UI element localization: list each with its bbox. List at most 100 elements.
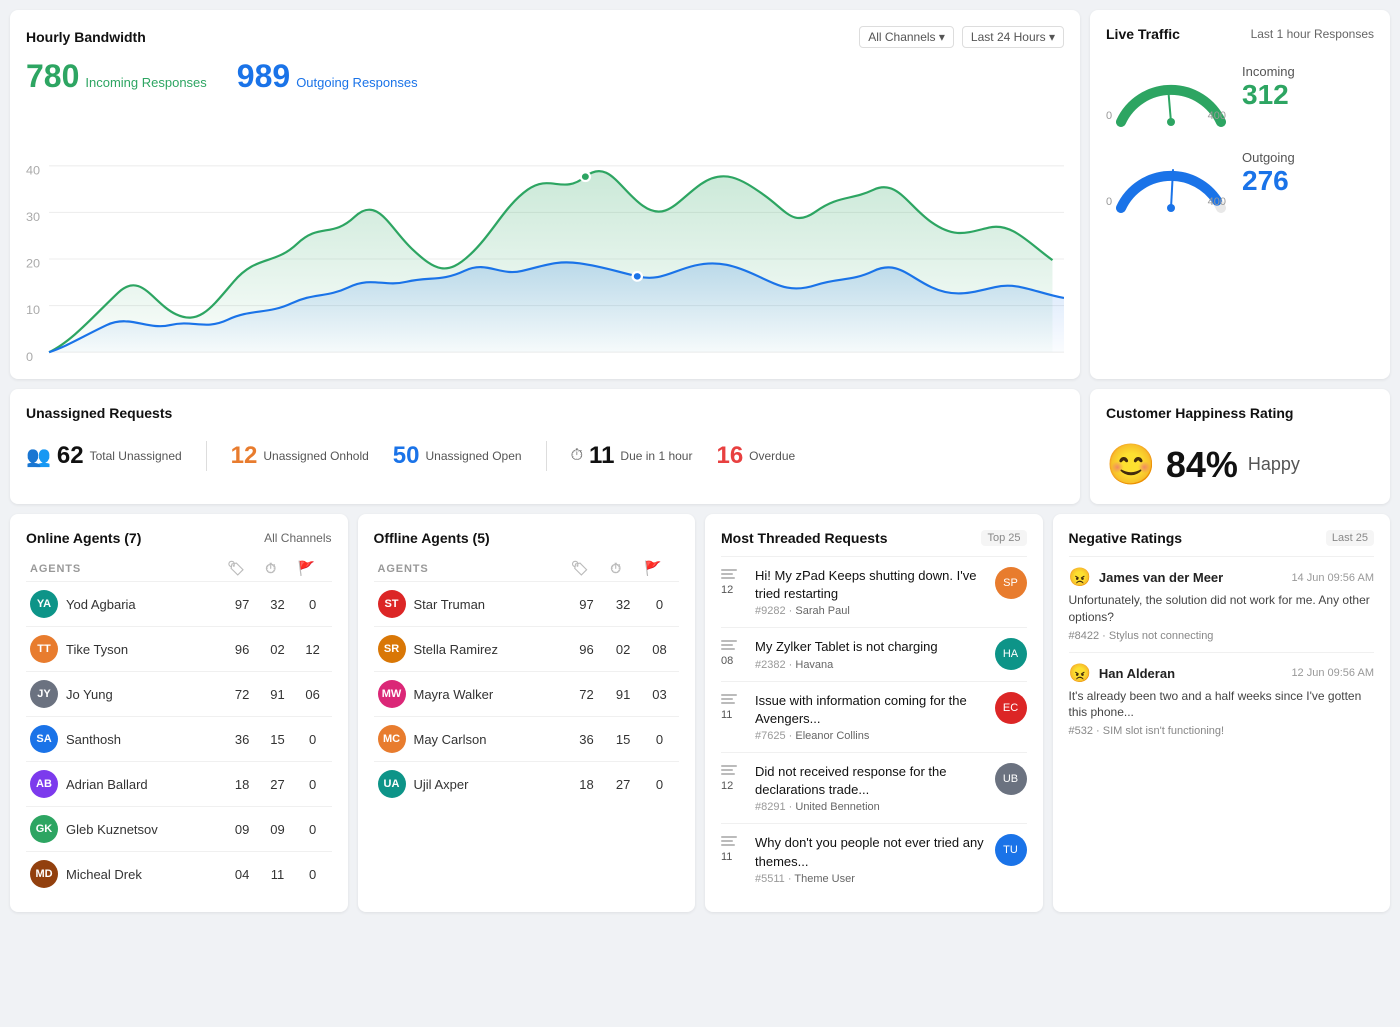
agent-tickets: 36 xyxy=(223,717,261,762)
avatar: SR xyxy=(378,635,406,663)
agent-tickets: 97 xyxy=(223,582,261,627)
gauge-min-label: 0 xyxy=(1106,110,1112,122)
avatar: GK xyxy=(30,815,58,843)
open-count: 50 xyxy=(393,442,420,470)
due-label: Due in 1 hour xyxy=(620,449,692,463)
thread-title: My Zylker Tablet is not charging xyxy=(755,638,985,656)
agent-name: Mayra Walker xyxy=(414,687,494,702)
online-agent-row: MD Micheal Drek 04 11 0 xyxy=(26,852,332,897)
agent-name-cell: MW Mayra Walker xyxy=(374,672,567,717)
thread-title: Did not received response for the declar… xyxy=(755,763,985,799)
agent-tickets: 96 xyxy=(567,627,607,672)
svg-text:40: 40 xyxy=(26,164,40,178)
outgoing-gauge-svg: 0 400 xyxy=(1106,138,1226,208)
agent-tickets: 97 xyxy=(567,582,607,627)
onhold-label: Unassigned Onhold xyxy=(263,449,368,463)
rating-name: Han Alderan xyxy=(1099,666,1175,681)
avatar: TT xyxy=(30,635,58,663)
thread-icon: 12 xyxy=(721,765,745,792)
thread-icon: 11 xyxy=(721,836,745,863)
agent-clock: 27 xyxy=(261,762,294,807)
rating-date: 12 Jun 09:56 AM xyxy=(1291,667,1374,679)
agent-name-cell: GK Gleb Kuznetsov xyxy=(26,807,223,852)
agent-flag: 0 xyxy=(294,717,332,762)
offline-agents-title: Offline Agents (5) xyxy=(374,530,490,546)
rating-tag: #8422 · Stylus not connecting xyxy=(1069,630,1375,642)
threaded-list: 12 Hi! My zPad Keeps shutting down. I've… xyxy=(721,556,1027,895)
sad-emoji: 😠 xyxy=(1069,567,1091,588)
threaded-item: 11 Why don't you people not ever tried a… xyxy=(721,823,1027,894)
agent-flag: 0 xyxy=(294,762,332,807)
rating-name: James van der Meer xyxy=(1099,570,1223,585)
thread-avatar: EC xyxy=(995,692,1027,724)
agent-clock: 15 xyxy=(261,717,294,762)
thread-agent: United Bennetion xyxy=(795,801,879,813)
online-agents-title: Online Agents (7) xyxy=(26,530,141,546)
hourly-bandwidth-title: Hourly Bandwidth xyxy=(26,29,146,45)
thread-title: Hi! My zPad Keeps shutting down. I've tr… xyxy=(755,567,985,603)
bottom-row: Online Agents (7) All Channels AGENTS 🏷 … xyxy=(10,514,1390,912)
thread-meta: #9282 · Sarah Paul xyxy=(755,605,985,617)
rating-header: 😠 James van der Meer 14 Jun 09:56 AM xyxy=(1069,567,1375,588)
agent-flag: 0 xyxy=(294,807,332,852)
agent-clock: 91 xyxy=(606,672,640,717)
onhold-unassigned: 12 Unassigned Onhold xyxy=(231,442,369,470)
thread-count: 11 xyxy=(721,709,745,721)
happiness-label: Happy xyxy=(1248,454,1300,475)
thread-avatar: UB xyxy=(995,763,1027,795)
rating-item: 😠 Han Alderan 12 Jun 09:56 AM It's alrea… xyxy=(1069,652,1375,748)
most-threaded-card: Most Threaded Requests Top 25 12 Hi! My … xyxy=(705,514,1043,912)
channels-filter-button[interactable]: All Channels ▾ xyxy=(859,26,954,48)
avatar: UA xyxy=(378,770,406,798)
overdue-count: 16 xyxy=(716,442,743,470)
agent-clock: 27 xyxy=(606,762,640,807)
offline-clock-col-header: ⏱ xyxy=(606,556,640,582)
avatar: MC xyxy=(378,725,406,753)
thread-meta: #5511 · Theme User xyxy=(755,873,985,885)
customer-happiness-card: Customer Happiness Rating 😊 84% Happy xyxy=(1090,389,1390,504)
open-label: Unassigned Open xyxy=(425,449,521,463)
agent-name: Gleb Kuznetsov xyxy=(66,822,158,837)
agent-tickets: 72 xyxy=(567,672,607,717)
unassigned-stats: 👥 62 Total Unassigned 12 Unassigned Onho… xyxy=(26,431,1064,481)
online-agents-filter: All Channels xyxy=(264,531,331,545)
outgoing-stat: 989 Outgoing Responses xyxy=(237,58,418,95)
thread-icon: 12 xyxy=(721,569,745,596)
online-agent-row: YA Yod Agbaria 97 32 0 xyxy=(26,582,332,627)
online-agent-row: TT Tike Tyson 96 02 12 xyxy=(26,627,332,672)
agent-name-cell: UA Ujil Axper xyxy=(374,762,567,807)
agent-name-cell: MD Micheal Drek xyxy=(26,852,223,897)
online-agents-card: Online Agents (7) All Channels AGENTS 🏷 … xyxy=(10,514,348,912)
thread-text: My Zylker Tablet is not charging #2382 ·… xyxy=(755,638,985,670)
agent-name: Adrian Ballard xyxy=(66,777,148,792)
live-traffic-subtitle: Last 1 hour Responses xyxy=(1251,27,1374,41)
flag-col-header: 🚩 xyxy=(294,556,332,582)
total-unassigned: 👥 62 Total Unassigned xyxy=(26,442,182,470)
overdue-unassigned: 16 Overdue xyxy=(716,442,795,470)
agent-name: Stella Ramirez xyxy=(414,642,499,657)
agent-flag: 0 xyxy=(294,852,332,897)
agent-flag: 06 xyxy=(294,672,332,717)
online-agent-row: SA Santhosh 36 15 0 xyxy=(26,717,332,762)
agent-clock: 02 xyxy=(261,627,294,672)
happiness-title: Customer Happiness Rating xyxy=(1106,405,1293,421)
rating-header: 😠 Han Alderan 12 Jun 09:56 AM xyxy=(1069,663,1375,684)
online-agents-table: AGENTS 🏷 ⏱ 🚩 YA Yod Agbaria 97 32 0 TT T… xyxy=(26,556,332,896)
avatar: ST xyxy=(378,590,406,618)
offline-agents-table: AGENTS 🏷 ⏱ 🚩 ST Star Truman 97 32 0 SR S… xyxy=(374,556,680,806)
agent-name-cell: ST Star Truman xyxy=(374,582,567,627)
bandwidth-chart: 0 10 20 30 40 xyxy=(26,103,1064,363)
gauge-max-label: 400 xyxy=(1208,110,1226,122)
happiness-value: 😊 84% Happy xyxy=(1106,441,1374,488)
agent-name: Tike Tyson xyxy=(66,642,128,657)
thread-text: Hi! My zPad Keeps shutting down. I've tr… xyxy=(755,567,985,617)
offline-agent-row: MW Mayra Walker 72 91 03 xyxy=(374,672,680,717)
agent-name: Ujil Axper xyxy=(414,777,469,792)
online-agent-row: AB Adrian Ballard 18 27 0 xyxy=(26,762,332,807)
agent-clock: 32 xyxy=(261,582,294,627)
threaded-item: 12 Hi! My zPad Keeps shutting down. I've… xyxy=(721,556,1027,627)
overdue-label: Overdue xyxy=(749,449,795,463)
time-filter-button[interactable]: Last 24 Hours ▾ xyxy=(962,26,1064,48)
rating-item: 😠 James van der Meer 14 Jun 09:56 AM Unf… xyxy=(1069,556,1375,652)
rating-text: Unfortunately, the solution did not work… xyxy=(1069,592,1375,626)
